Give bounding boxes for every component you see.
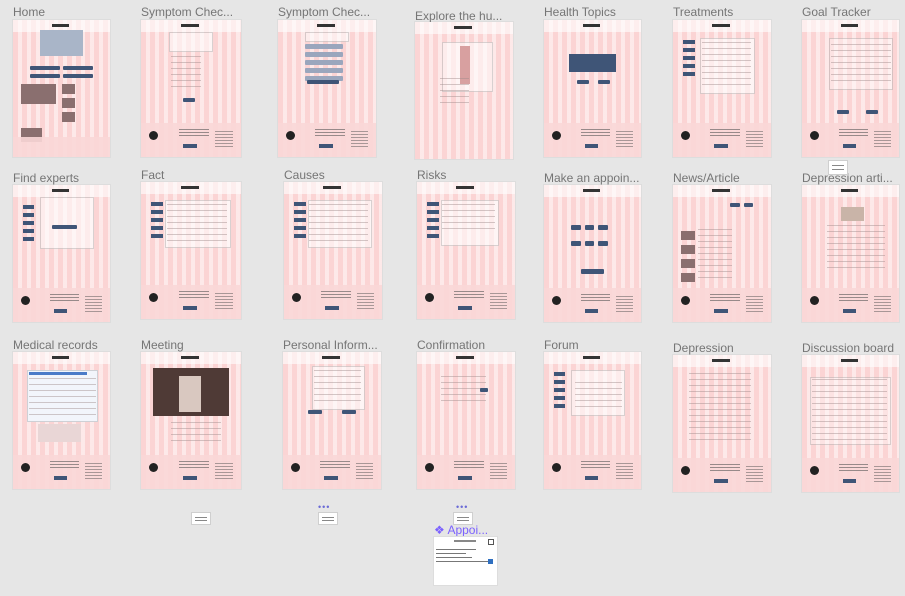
frame-treatments[interactable]: [673, 20, 771, 157]
component-thumbnail[interactable]: [828, 160, 848, 175]
frame-label-meeting[interactable]: Meeting: [141, 338, 184, 352]
frame-risks[interactable]: [417, 182, 515, 319]
frame-label-fact[interactable]: Fact: [141, 168, 164, 182]
frame-label-medical-records[interactable]: Medical records: [13, 338, 98, 352]
frame-explore-human-body[interactable]: [415, 22, 513, 159]
frame-causes[interactable]: [284, 182, 382, 319]
frame-personal-information[interactable]: [283, 352, 381, 489]
component-thumbnail[interactable]: [191, 512, 211, 525]
frame-label-make-appointment[interactable]: Make an appoin...: [544, 171, 639, 185]
frame-label-find-experts[interactable]: Find experts: [13, 171, 79, 185]
frame-find-experts[interactable]: [13, 185, 110, 322]
cursor-icon: [488, 559, 493, 564]
frame-symptom-checker-2[interactable]: [278, 20, 376, 157]
frame-medical-records[interactable]: [13, 352, 110, 489]
frame-home[interactable]: [13, 20, 110, 157]
hero-image: [40, 30, 83, 56]
frame-symptom-checker-1[interactable]: [141, 20, 241, 157]
frame-label-forum[interactable]: Forum: [544, 338, 579, 352]
frame-label-discussion-board[interactable]: Discussion board: [802, 341, 894, 355]
frame-label-depression[interactable]: Depression: [673, 341, 734, 355]
frame-confirmation[interactable]: [417, 352, 515, 489]
frame-forum[interactable]: [544, 352, 641, 489]
frame-label-health-topics[interactable]: Health Topics: [544, 5, 616, 19]
frame-label-news-article[interactable]: News/Article: [673, 171, 740, 185]
frame-depression[interactable]: [673, 355, 771, 492]
frame-depression-article[interactable]: [802, 185, 899, 322]
frame-label-personal-information[interactable]: Personal Inform...: [283, 338, 378, 352]
component-diamond-icon: ❖: [434, 523, 445, 537]
component-label[interactable]: ❖ Appoi...: [434, 523, 488, 537]
frame-label-treatments[interactable]: Treatments: [673, 5, 733, 19]
prototype-connection-icon: •••: [456, 502, 469, 512]
frame-discussion-board[interactable]: [802, 355, 899, 492]
frame-health-topics[interactable]: [544, 20, 641, 157]
frame-label-goal-tracker[interactable]: Goal Tracker: [802, 5, 871, 19]
frame-label-symptom-checker-2[interactable]: Symptom Chec...: [278, 5, 370, 19]
component-thumbnail[interactable]: [318, 512, 338, 525]
frame-make-appointment[interactable]: [544, 185, 641, 322]
frame-label-symptom-checker-1[interactable]: Symptom Chec...: [141, 5, 233, 19]
frame-label-causes[interactable]: Causes: [284, 168, 325, 182]
frame-goal-tracker[interactable]: [802, 20, 899, 157]
frame-label-risks[interactable]: Risks: [417, 168, 446, 182]
prototype-connection-icon: •••: [318, 502, 331, 512]
component-appointment-popup[interactable]: [434, 537, 497, 585]
topics-grid[interactable]: [569, 54, 616, 72]
frame-label-explore-human-body[interactable]: Explore the hu...: [415, 9, 502, 23]
frame-label-home[interactable]: Home: [13, 5, 45, 19]
frame-meeting[interactable]: [141, 352, 241, 489]
frame-label-confirmation[interactable]: Confirmation: [417, 338, 485, 352]
frame-fact[interactable]: [141, 182, 241, 319]
frame-news-article[interactable]: [673, 185, 771, 322]
